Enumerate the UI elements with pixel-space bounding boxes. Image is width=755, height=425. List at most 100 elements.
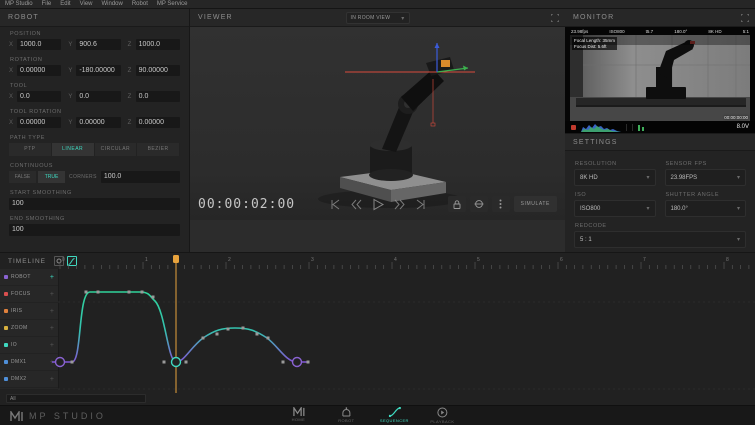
setting-value: 180.0° <box>670 205 688 212</box>
setting-field: SHUTTER ANGLE 180.0° ▾ <box>664 192 746 217</box>
nav-playback[interactable]: PLAYBACK <box>425 407 459 424</box>
continuous-label: CONTINUOUS <box>10 163 53 169</box>
track-name: ROBOT <box>11 274 31 280</box>
menu-item[interactable]: View <box>80 1 93 7</box>
track-color-dot <box>4 292 8 296</box>
value-input[interactable]: 1000.0 <box>135 39 180 50</box>
add-keyframe-icon[interactable]: + <box>50 376 54 383</box>
lens-overlay: Focal Length: 35mm Focus Dist: 5.6ft <box>572 37 618 50</box>
setting-dropdown[interactable]: 180.0° ▾ <box>664 200 746 217</box>
axis-label: Y <box>68 67 73 74</box>
setting-label: ISO <box>575 192 587 198</box>
menu-item[interactable]: Robot <box>132 1 148 7</box>
path-type-option[interactable]: BEZIER <box>137 143 180 156</box>
app-logo-text: MP STUDIO <box>29 410 106 421</box>
value-input[interactable]: 0.00000 <box>17 65 62 76</box>
robot-icon <box>341 407 352 417</box>
menu-item[interactable]: Window <box>102 1 123 7</box>
animation-curve-editor[interactable] <box>0 253 755 406</box>
continuous-option[interactable]: TRUE <box>38 171 65 183</box>
nav-robot[interactable]: ROBOT <box>329 407 363 424</box>
viewport-3d[interactable]: 00:00:02:00 SIMULATE <box>190 27 565 220</box>
nav-home[interactable]: HOME <box>281 407 315 424</box>
track-row-io[interactable]: IO + <box>0 337 58 354</box>
setting-value: 23.98FPS <box>670 174 698 181</box>
track-row-zoom[interactable]: ZOOM + <box>0 320 58 337</box>
value-input[interactable]: 0.0 <box>135 91 180 102</box>
timecode-display: 00:00:02:00 <box>198 196 296 212</box>
value-input[interactable]: 0.0 <box>17 91 62 102</box>
osd-value: 8K HD <box>708 28 722 34</box>
value-input[interactable]: -180.00000 <box>76 65 121 76</box>
path-type-option[interactable]: CIRCULAR <box>94 143 138 156</box>
track-filter-input[interactable]: All <box>6 394 146 403</box>
menu-item[interactable]: MP Service <box>157 1 188 7</box>
add-keyframe-icon[interactable]: + <box>50 291 54 298</box>
menu-item[interactable]: File <box>42 1 52 7</box>
chevron-down-icon: ▾ <box>401 15 405 22</box>
timeline-ruler[interactable]: 0 1 2 3 4 5 6 7 8 <box>0 253 755 269</box>
value-input[interactable]: 90.00000 <box>135 65 180 76</box>
robot-panel-title: ROBOT <box>8 14 39 21</box>
prev-keyframe-button[interactable] <box>350 199 362 210</box>
bottom-bar: MP STUDIO HOME ROBOT SEQUENCER PLAYBACK <box>0 405 755 425</box>
start-smoothing-input[interactable]: 100 <box>9 198 180 210</box>
svg-text:4: 4 <box>394 257 397 263</box>
path-type-option[interactable]: LINEAR <box>51 143 95 156</box>
continuous-option[interactable]: FALSE <box>9 171 36 183</box>
add-keyframe-icon[interactable]: + <box>50 342 54 349</box>
target-button[interactable] <box>469 196 488 212</box>
track-color-dot <box>4 360 8 364</box>
expand-icon[interactable] <box>741 14 749 22</box>
setting-dropdown[interactable]: 23.98FPS ▾ <box>664 169 746 186</box>
next-keyframe-button[interactable] <box>394 199 406 210</box>
nav-sequencer[interactable]: SEQUENCER <box>377 407 411 424</box>
setting-label: SHUTTER ANGLE <box>665 192 720 198</box>
keyframe-marker <box>170 356 182 368</box>
track-name: ZOOM <box>11 325 28 331</box>
path-type-option[interactable]: PTP <box>9 143 52 156</box>
continuous-row: FALSE TRUE CORNERS 100.0 <box>9 171 180 183</box>
value-input[interactable]: 0.0 <box>76 91 121 102</box>
param-group-label: ROTATION <box>10 57 43 63</box>
end-smoothing-input[interactable]: 100 <box>9 224 180 236</box>
add-keyframe-icon[interactable]: + <box>50 359 54 366</box>
track-row-focus[interactable]: FOCUS + <box>0 286 58 303</box>
svg-text:3: 3 <box>311 257 314 263</box>
curve-handle <box>215 332 219 336</box>
track-row-dmx2[interactable]: DMX2 + <box>0 371 58 388</box>
timeline-panel: TIMELINE 012345678 ROBOT + FOCUS + IRIS + ZOOM… <box>0 252 755 405</box>
skip-end-button[interactable] <box>415 199 427 210</box>
add-keyframe-icon[interactable]: + <box>50 325 54 332</box>
lock-button[interactable] <box>447 196 466 212</box>
value-input[interactable]: 900.6 <box>76 39 121 50</box>
menu-item[interactable]: MP Studio <box>5 1 33 7</box>
corners-input[interactable]: 100.0 <box>100 171 180 183</box>
track-name: FOCUS <box>11 291 31 297</box>
param-group-label: TOOL <box>10 83 28 89</box>
skip-start-button[interactable] <box>329 199 341 210</box>
play-button[interactable] <box>371 198 385 211</box>
menu-item[interactable]: Edit <box>60 1 70 7</box>
add-keyframe-icon[interactable]: + <box>50 274 54 281</box>
more-options-button[interactable] <box>491 196 510 212</box>
add-keyframe-icon[interactable]: + <box>50 308 54 315</box>
setting-dropdown[interactable]: 8K HD ▾ <box>574 169 656 186</box>
osd-value: t5.7 <box>645 28 654 34</box>
value-input[interactable]: 0.00000 <box>135 117 180 128</box>
view-selector-dropdown[interactable]: IN ROOM VIEW ▾ <box>345 12 410 24</box>
track-row-iris[interactable]: IRIS + <box>0 303 58 320</box>
track-row-robot[interactable]: ROBOT + <box>0 269 58 286</box>
setting-dropdown[interactable]: 5 : 1 ▾ <box>574 231 746 248</box>
setting-dropdown[interactable]: ISO800 ▾ <box>574 200 656 217</box>
value-input[interactable]: 0.00000 <box>17 117 62 128</box>
axis-label: X <box>9 41 14 48</box>
value-input[interactable]: 1000.0 <box>17 39 62 50</box>
app-logo: MP STUDIO <box>10 410 106 421</box>
value-input[interactable]: 0.00000 <box>76 117 121 128</box>
track-name: IRIS <box>11 308 23 314</box>
expand-icon[interactable] <box>551 14 559 22</box>
track-row-dmx1[interactable]: DMX1 + <box>0 354 58 371</box>
simulate-button[interactable]: SIMULATE <box>513 196 557 212</box>
end-smoothing-label: END SMOOTHING <box>10 216 65 222</box>
